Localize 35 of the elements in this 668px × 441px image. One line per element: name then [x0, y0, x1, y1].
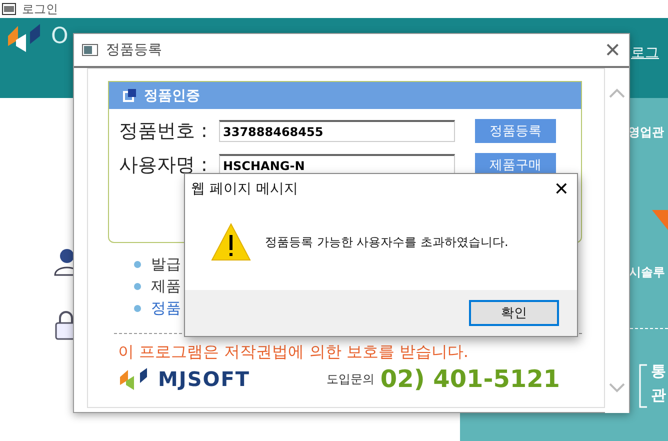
- bullet-icon: [134, 282, 141, 290]
- window-title: 정품등록: [106, 41, 163, 59]
- panel-title: 정품인증: [144, 86, 200, 104]
- link[interactable]: 정품: [151, 298, 181, 318]
- window-title: 로그인: [22, 2, 58, 16]
- message-text: 정품등록 가능한 사용자수를 초과하였습니다.: [265, 234, 508, 250]
- list-text: 제품: [151, 276, 181, 296]
- side-text: 시솔루: [629, 264, 665, 281]
- bracket-icon: [638, 364, 648, 408]
- side-text: 통: [651, 362, 666, 381]
- dialog-title: 웹 페이지 메시지: [191, 180, 299, 198]
- copyright-notice: 이 프로그램은 저작권법에 의한 보호를 받습니다.: [118, 342, 470, 363]
- close-icon[interactable]: ✕: [604, 40, 621, 60]
- side-text: 영업관: [628, 124, 664, 141]
- window-icon: [82, 44, 98, 56]
- scroll-bar[interactable]: [605, 68, 629, 413]
- warning-icon: [211, 223, 251, 261]
- logo-text: MJSOFT: [158, 367, 250, 391]
- side-text: 관: [651, 386, 666, 405]
- bullet-icon: [134, 304, 141, 312]
- triangle-icon: [652, 210, 668, 230]
- window-icon: [123, 89, 136, 102]
- window-icon: [2, 3, 16, 15]
- close-icon[interactable]: ✕: [554, 178, 569, 200]
- field-label: 사용자명 :: [119, 153, 208, 178]
- input-field[interactable]: 337888468455: [219, 120, 455, 142]
- list-text: 발급: [151, 254, 181, 274]
- ok-button[interactable]: 확인: [469, 300, 559, 326]
- bullet-icon: [134, 260, 141, 268]
- logo-text: O: [51, 24, 68, 49]
- login-link[interactable]: 로그: [631, 44, 659, 62]
- action-button[interactable]: 정품등록: [475, 119, 556, 143]
- phone-number: 02) 401-5121: [380, 365, 560, 393]
- contact-label: 도입문의: [326, 370, 374, 388]
- field-label: 정품번호 :: [119, 119, 208, 144]
